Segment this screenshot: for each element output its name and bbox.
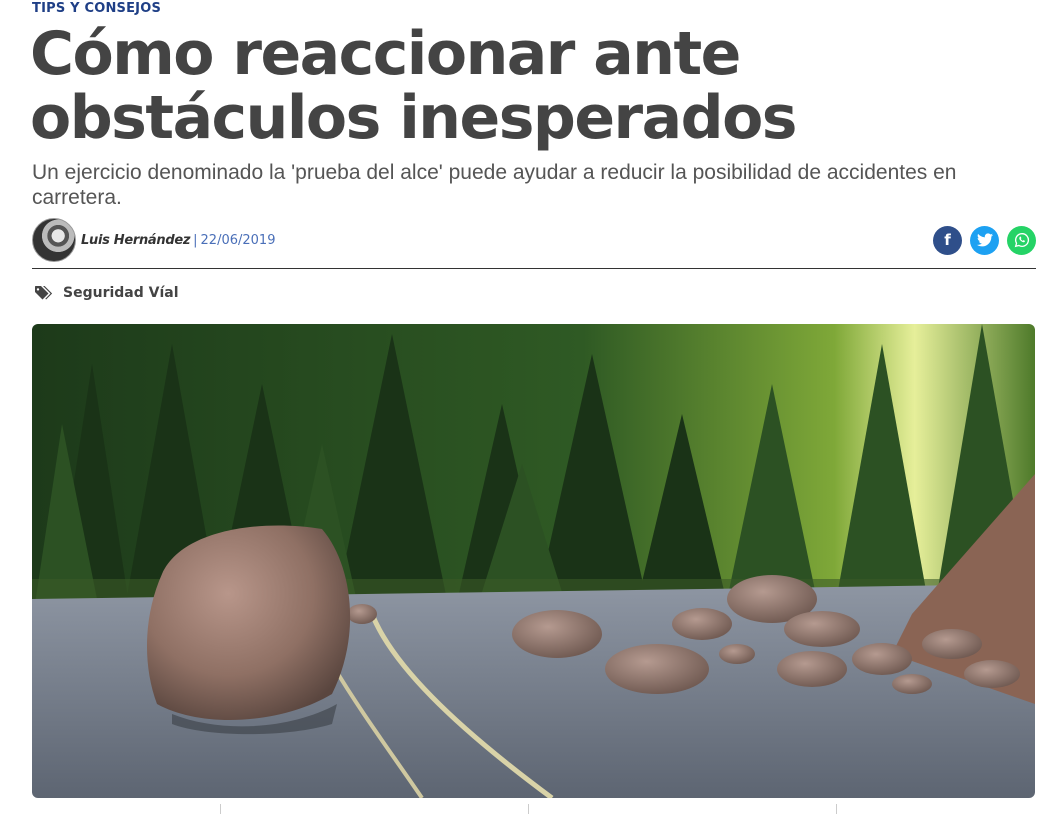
publish-date: 22/06/2019 <box>200 232 276 248</box>
tag-seguridad-vial[interactable]: Seguridad Víal <box>63 285 179 301</box>
tag-row: Seguridad Víal <box>35 285 179 301</box>
byline: Luis Hernández | 22/06/2019 f <box>32 217 1036 263</box>
twitter-share-button[interactable] <box>970 225 999 255</box>
article-title: Cómo reaccionar ante obstáculos inespera… <box>30 19 798 153</box>
author-name[interactable]: Luis Hernández <box>81 233 190 248</box>
road-boulders-photo <box>32 324 1035 798</box>
article-hero-image <box>32 324 1035 798</box>
share-buttons: f <box>933 225 1036 255</box>
footer-divider <box>528 804 529 814</box>
article-subtitle: Un ejercicio denominado la 'prueba del a… <box>32 161 957 209</box>
author-info: Luis Hernández | 22/06/2019 <box>81 233 275 248</box>
byline-separator: | <box>193 232 198 248</box>
whatsapp-share-button[interactable] <box>1007 225 1036 255</box>
twitter-icon <box>976 233 993 247</box>
facebook-share-button[interactable]: f <box>933 225 962 255</box>
author-avatar[interactable] <box>32 218 76 262</box>
divider-line <box>32 268 1036 269</box>
whatsapp-icon <box>1014 232 1029 248</box>
facebook-icon: f <box>944 231 951 249</box>
footer-divider <box>836 804 837 814</box>
category-link[interactable]: TIPS Y CONSEJOS <box>32 1 161 16</box>
footer-divider <box>220 804 221 814</box>
tags-icon <box>35 286 53 300</box>
